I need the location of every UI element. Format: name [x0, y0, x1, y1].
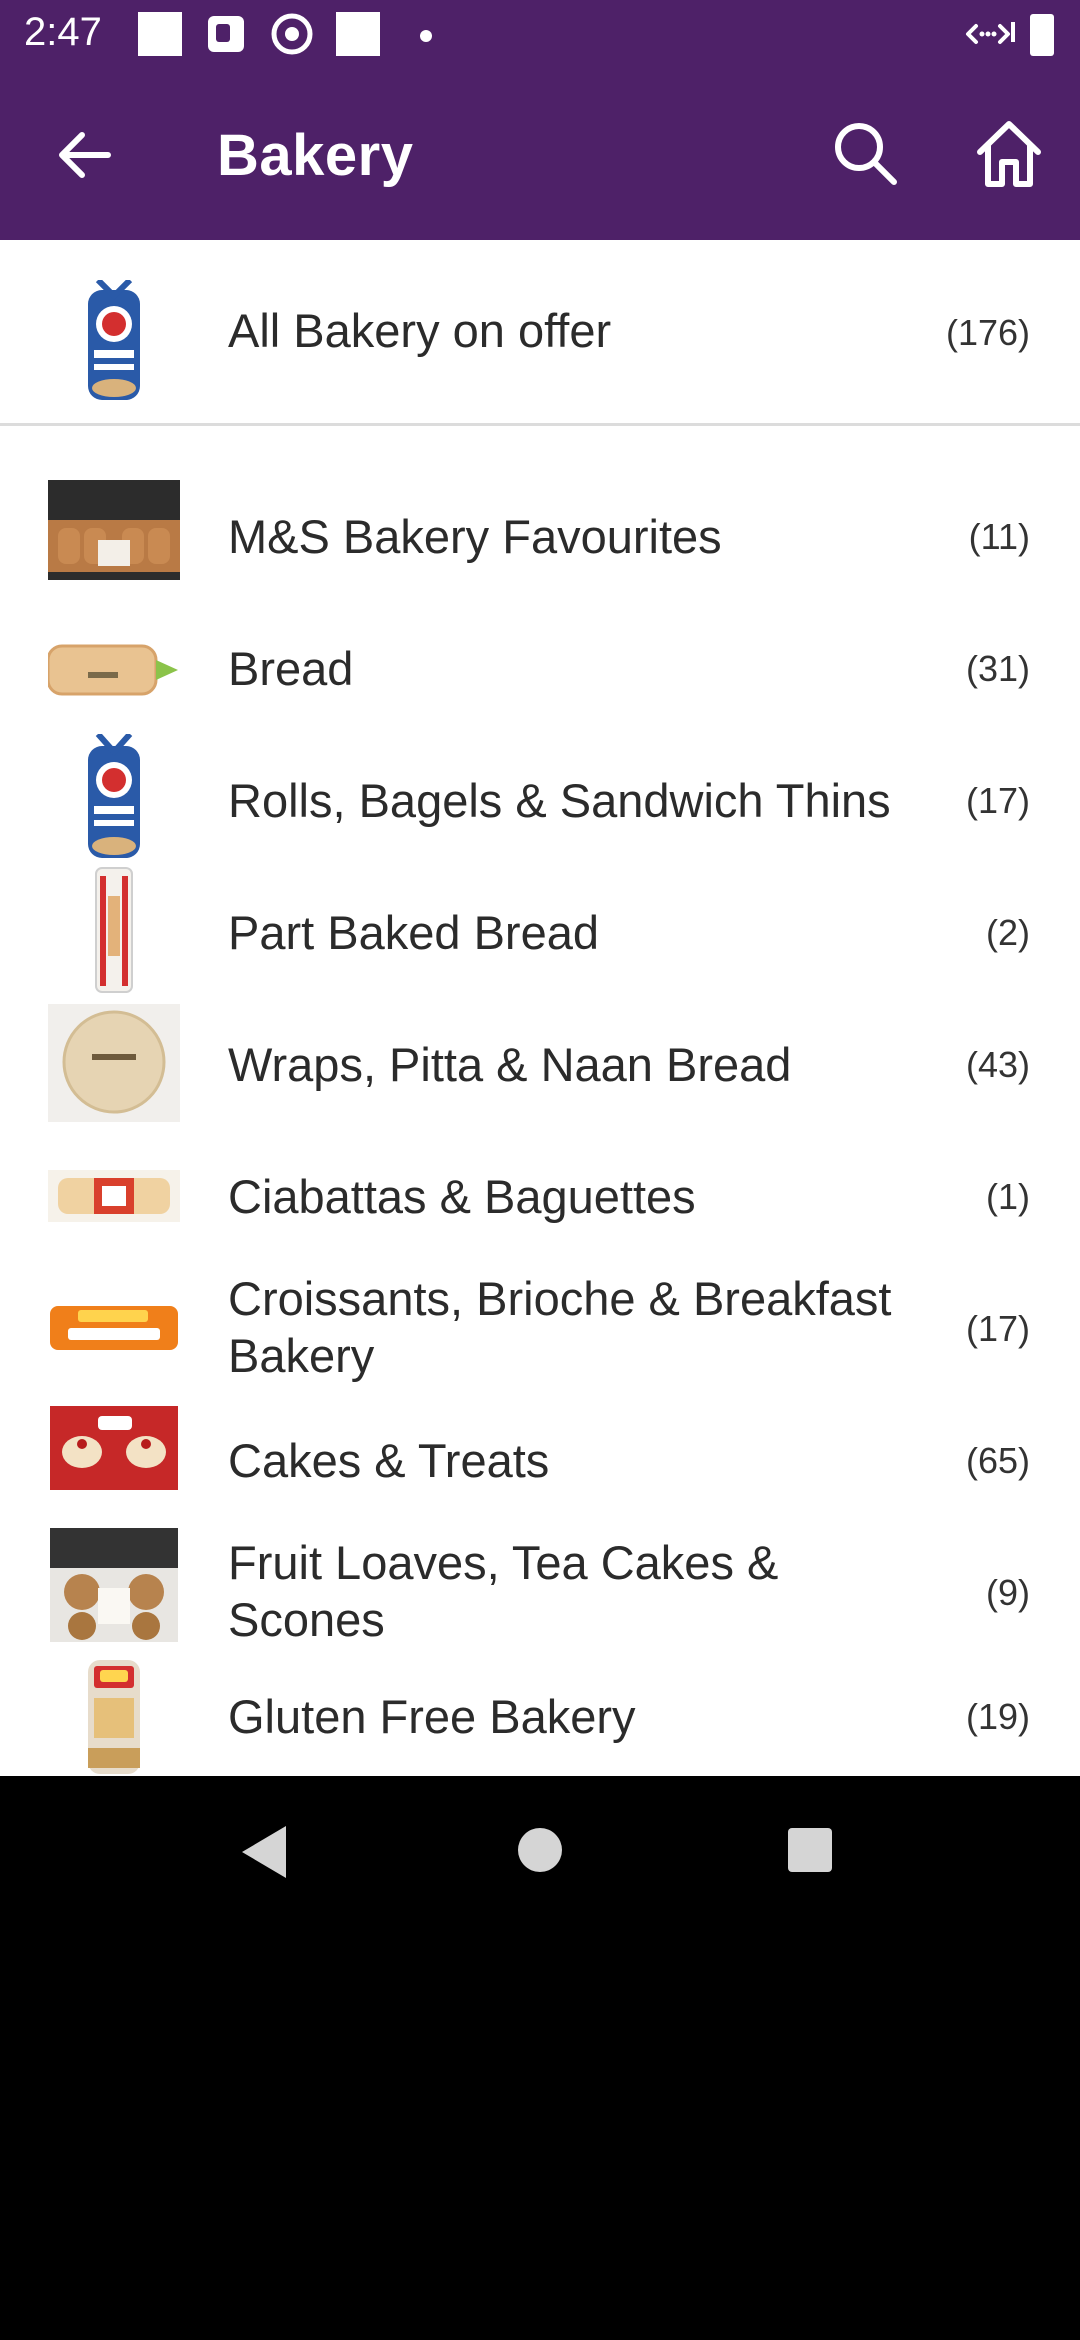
- more-notifications-dot-icon: [420, 30, 432, 42]
- search-icon[interactable]: [830, 118, 900, 188]
- category-label: Rolls, Bagels & Sandwich Thins: [228, 774, 891, 827]
- app-bar: Bakery: [0, 68, 1080, 240]
- page-title: Bakery: [217, 123, 414, 188]
- hot-cross-buns-thumbnail-icon: [48, 480, 180, 580]
- arrow-left-icon[interactable]: [50, 120, 120, 190]
- category-count: (31): [965, 648, 1030, 689]
- category-count: (17): [965, 780, 1030, 821]
- category-label: Ciabattas & Baguettes: [228, 1170, 696, 1223]
- home-icon[interactable]: [972, 116, 1046, 190]
- tortilla-thumbnail-icon: [48, 1004, 180, 1122]
- category-count: (1): [986, 1176, 1030, 1217]
- notification-square-icon: [138, 12, 182, 56]
- category-row-cakes[interactable]: Cakes & Treats (65): [0, 1394, 1080, 1524]
- cherry-bakewells-thumbnail-icon: [50, 1406, 178, 1490]
- gluten-free-bread-thumbnail-icon: [88, 1660, 140, 1774]
- system-nav-bar: [0, 1776, 1080, 1926]
- category-row-fruit-loaves[interactable]: Fruit Loaves, Tea Cakes & Scones (9): [0, 1526, 1080, 1656]
- target-app-icon: [271, 13, 313, 55]
- category-row-gluten-free[interactable]: Gluten Free Bakery (19): [0, 1658, 1080, 1776]
- category-label: Cakes & Treats: [228, 1434, 550, 1487]
- status-time: 2:47: [24, 10, 102, 54]
- category-count: (43): [965, 1044, 1030, 1085]
- bagels-bag-thumbnail-icon: [88, 280, 140, 400]
- all-offers-label: All Bakery on offer: [228, 304, 612, 357]
- baguette-pack-thumbnail-icon: [95, 867, 133, 993]
- nav-home-icon[interactable]: [518, 1828, 562, 1872]
- status-bar: 2:47: [0, 0, 1080, 68]
- category-count: (9): [986, 1572, 1030, 1613]
- category-count: (17): [965, 1308, 1030, 1349]
- category-row-rolls-bagels[interactable]: Rolls, Bagels & Sandwich Thins (17): [0, 734, 1080, 864]
- category-count: (2): [986, 912, 1030, 953]
- sliced-loaf-thumbnail-icon: [48, 644, 178, 696]
- category-label: Fruit Loaves, Tea Cakes & Scones: [228, 1536, 779, 1646]
- category-label: M&S Bakery Favourites: [228, 510, 722, 563]
- news-app-icon: [208, 16, 244, 52]
- crumpets-thumbnail-icon: [50, 1306, 178, 1350]
- category-label: Croissants, Brioche & Breakfast Bakery: [228, 1272, 892, 1382]
- category-label: Part Baked Bread: [228, 906, 599, 959]
- battery-icon: [1030, 14, 1054, 56]
- nav-back-icon[interactable]: [242, 1826, 286, 1878]
- teacakes-thumbnail-icon: [50, 1528, 178, 1642]
- category-row-bread[interactable]: Bread (31): [0, 602, 1080, 732]
- data-signal-icon: [966, 22, 1015, 44]
- category-row-ciabattas[interactable]: Ciabattas & Baguettes (1): [0, 1130, 1080, 1260]
- category-label: Wraps, Pitta & Naan Bread: [228, 1038, 792, 1091]
- bagels-bag-thumbnail-icon: [88, 734, 140, 858]
- all-offers-row[interactable]: All Bakery on offer (176): [0, 240, 1080, 423]
- category-row-part-baked[interactable]: Part Baked Bread (2): [0, 866, 1080, 996]
- category-list: All Bakery on offer (176) M&S Bakery Fav…: [0, 240, 1080, 1776]
- category-label: Gluten Free Bakery: [228, 1690, 636, 1743]
- category-row-croissants[interactable]: Croissants, Brioche & Breakfast Bakery (…: [0, 1262, 1080, 1392]
- nav-recents-icon[interactable]: [788, 1828, 832, 1872]
- all-offers-count: (176): [945, 312, 1030, 353]
- category-count: (11): [968, 516, 1030, 557]
- divider: [0, 423, 1080, 426]
- notification-square-icon-2: [336, 12, 380, 56]
- category-row-ms-favourites[interactable]: M&S Bakery Favourites (11): [0, 470, 1080, 600]
- category-label: Bread: [228, 642, 354, 695]
- category-count: (19): [965, 1696, 1030, 1737]
- ciabatta-thumbnail-icon: [48, 1170, 180, 1222]
- category-row-wraps[interactable]: Wraps, Pitta & Naan Bread (43): [0, 998, 1080, 1128]
- category-count: (65): [965, 1440, 1030, 1481]
